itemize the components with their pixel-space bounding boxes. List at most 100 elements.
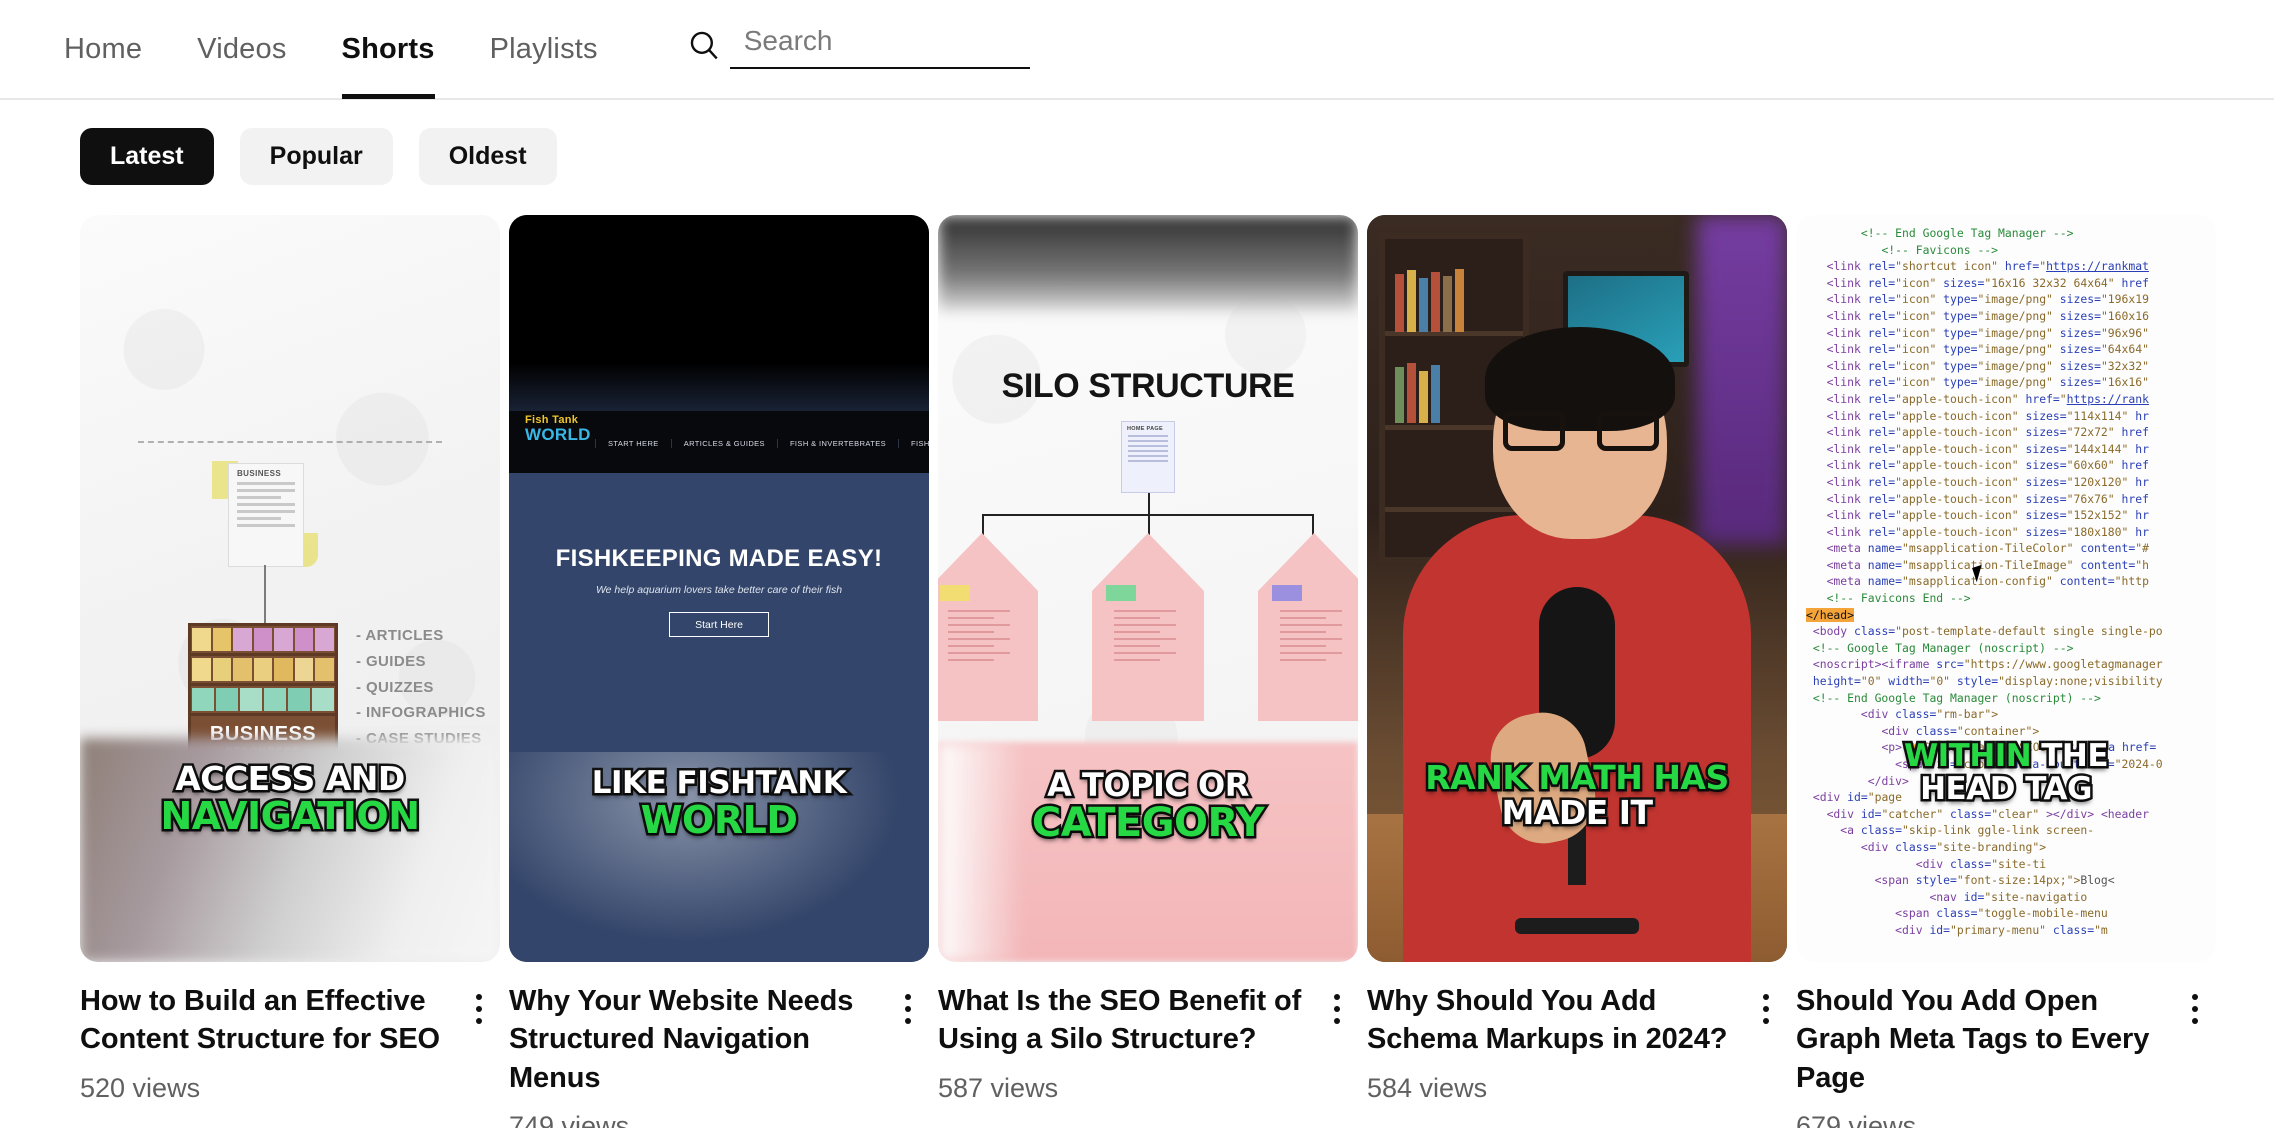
code-token: sizes= <box>2018 491 2067 506</box>
tab-shorts[interactable]: Shorts <box>341 0 435 99</box>
short-card: <!-- End Google Tag Manager --> <!-- Fav… <box>1796 215 2216 1128</box>
code-token: "0" <box>1929 674 1951 689</box>
document-graphic: BUSINESS <box>228 463 304 567</box>
code-token: <link <box>1826 391 1861 406</box>
code-token: class= <box>1888 707 1937 722</box>
tab-videos[interactable]: Videos <box>197 0 286 99</box>
code-line: <link rel="icon" type="image/png" sizes=… <box>1796 291 2216 308</box>
code-token: "container"> <box>1956 723 2040 738</box>
code-token: <link <box>1826 474 1861 489</box>
code-line: <a class="skip-link ggle-link screen- <box>1796 822 2216 839</box>
code-token: "120x120" <box>2066 474 2129 489</box>
tab-playlists[interactable]: Playlists <box>490 0 598 99</box>
search-icon[interactable] <box>678 19 730 71</box>
bullet-item: - QUIZZES <box>356 678 434 696</box>
code-line: <link rel="apple-touch-icon" href="https… <box>1796 391 2216 408</box>
chip-popular[interactable]: Popular <box>239 128 393 185</box>
code-token: hr <box>2128 441 2149 456</box>
more-options-icon[interactable] <box>458 982 500 1104</box>
caption-line-1: WITHIN THE <box>1796 738 2216 774</box>
code-line: <link rel="apple-touch-icon" sizes="144x… <box>1796 441 2216 458</box>
search-area <box>678 19 1030 71</box>
code-token: href= <box>2018 391 2060 406</box>
short-thumbnail[interactable]: BUSINESS BUSINESS - ARTICLES - GUIDES - … <box>80 215 500 962</box>
caption-line-2: MADE IT <box>1499 793 1656 832</box>
code-token: <link <box>1826 524 1861 539</box>
more-options-icon[interactable] <box>1316 982 1358 1104</box>
bullet-item: - INFOGRAPHICS <box>356 704 486 722</box>
microphone-base <box>1515 918 1639 934</box>
code-token: "icon" <box>1895 325 1937 340</box>
code-token: <!-- Favicons --> <box>1881 242 1999 257</box>
code-token: sizes= <box>1936 275 1985 290</box>
code-token: <meta <box>1826 574 1861 589</box>
video-views: 520 views <box>80 1072 201 1103</box>
code-token: rel= <box>1860 375 1896 390</box>
root-page-node: HOME PAGE <box>1121 421 1175 493</box>
code-line: <!-- Favicons End --> <box>1796 590 2216 607</box>
code-token: rel= <box>1860 308 1896 323</box>
code-token: <link <box>1826 358 1861 373</box>
short-thumbnail[interactable]: SILO STRUCTURE HOME PAGE A TOPIC OR CATE… <box>938 215 1358 962</box>
video-title[interactable]: Should You Add Open Graph Meta Tags to E… <box>1796 982 2168 1097</box>
thumbnail-caption: A TOPIC OR CATEGORY <box>938 767 1358 846</box>
code-token: rel= <box>1860 259 1896 274</box>
code-token: <meta <box>1826 541 1861 556</box>
video-meta: What Is the SEO Benefit of Using a Silo … <box>938 962 1358 1104</box>
code-token: <!-- Favicons End --> <box>1826 591 1971 606</box>
site-nav-items: START HERE ARTICLES & GUIDES FISH & INVE… <box>595 439 929 448</box>
code-token: "196x19 <box>2100 292 2149 307</box>
short-card: Fish Tank WORLD START HERE ARTICLES & GU… <box>509 215 929 1128</box>
tab-home[interactable]: Home <box>64 0 142 99</box>
video-title[interactable]: How to Build an Effective Content Struct… <box>80 982 452 1059</box>
video-title[interactable]: Why Your Website Needs Structured Naviga… <box>509 982 881 1097</box>
code-token: "skip-link <box>1902 823 1978 838</box>
silo-node <box>938 533 1038 721</box>
code-line: <div class="container"> <box>1796 723 2216 740</box>
more-options-icon[interactable] <box>1745 982 1787 1104</box>
code-token: hr <box>2128 524 2149 539</box>
chip-oldest[interactable]: Oldest <box>418 128 557 185</box>
short-thumbnail[interactable]: RANK MATH HAS MADE IT <box>1367 215 1787 962</box>
shorts-grid: BUSINESS BUSINESS - ARTICLES - GUIDES - … <box>0 185 2274 1128</box>
code-line: <meta name="msapplication-config" conten… <box>1796 573 2216 590</box>
code-token: sizes= <box>2018 474 2067 489</box>
code-token: hr <box>2128 408 2149 423</box>
code-token: </head> <box>1806 607 1855 622</box>
code-line: <link rel="icon" type="image/png" sizes=… <box>1796 358 2216 375</box>
code-token: "image/png" <box>1977 358 2053 373</box>
document-label: BUSINESS <box>237 469 282 478</box>
short-thumbnail[interactable]: <!-- End Google Tag Manager --> <!-- Fav… <box>1796 215 2216 962</box>
more-options-icon[interactable] <box>2174 982 2216 1128</box>
code-token: style= <box>1908 873 1957 888</box>
code-line: <link rel="icon" sizes="16x16 32x32 64x6… <box>1796 275 2216 292</box>
code-token: https://rank <box>2066 391 2149 406</box>
chip-latest[interactable]: Latest <box>80 128 214 185</box>
code-token: "catcher" <box>1881 806 1944 821</box>
code-token: "icon" <box>1895 358 1937 373</box>
code-token: "apple-touch-icon" <box>1895 408 2019 423</box>
code-token: https://rankmat <box>2046 259 2149 274</box>
video-title[interactable]: What Is the SEO Benefit of Using a Silo … <box>938 982 1310 1059</box>
code-token: "site-ti <box>1991 856 2047 871</box>
code-token: type= <box>1936 292 1978 307</box>
code-token: name= <box>1860 574 1903 589</box>
code-token: sizes= <box>2052 375 2101 390</box>
code-line: <div id="catcher" class="clear" ></div> … <box>1796 806 2216 823</box>
code-token: "site-branding"> <box>1936 839 2047 854</box>
code-token: <link <box>1826 259 1861 274</box>
code-token: "font-size:14px;"> <box>1956 873 2081 888</box>
video-title[interactable]: Why Should You Add Schema Markups in 202… <box>1367 982 1739 1059</box>
caption-line-2: HEAD TAG <box>1918 771 2095 807</box>
search-input[interactable] <box>729 21 1030 69</box>
code-line: <div class="rm-bar"> <box>1796 706 2216 723</box>
code-line: <!-- Favicons --> <box>1796 242 2216 259</box>
short-thumbnail[interactable]: Fish Tank WORLD START HERE ARTICLES & GU… <box>509 215 929 962</box>
code-token: <nav <box>1929 889 1957 904</box>
hero-subheading: We help aquarium lovers take better care… <box>595 584 843 596</box>
silo-tab <box>1106 585 1136 601</box>
code-line: <span class="toggle-mobile-menu <box>1796 905 2216 922</box>
more-options-icon[interactable] <box>887 982 929 1128</box>
tree-connector <box>1148 493 1150 515</box>
code-token: <span <box>1895 906 1930 921</box>
